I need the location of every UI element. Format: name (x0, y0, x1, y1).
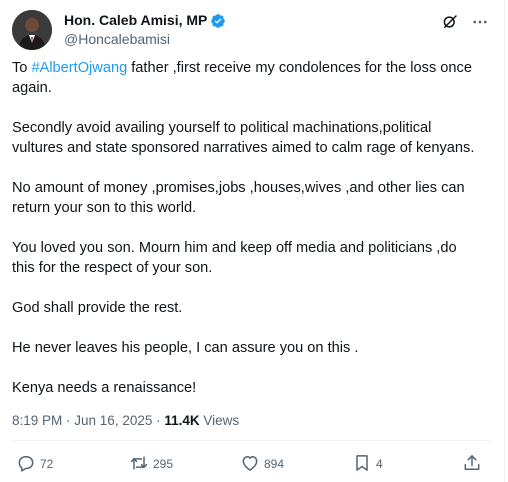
avatar[interactable] (12, 10, 52, 50)
post-detail: Hon. Caleb Amisi, MP @Honcalebamisi To #… (0, 0, 505, 482)
post-meta: 8:19 PM · Jun 16, 2025 · 11.4K Views (12, 412, 239, 430)
repost-count: 295 (153, 457, 174, 471)
post-header: Hon. Caleb Amisi, MP @Honcalebamisi (12, 10, 492, 50)
views-label: Views (199, 413, 240, 428)
post-date[interactable]: Jun 16, 2025 (74, 413, 152, 428)
action-bar: 72 295 894 4 (12, 448, 492, 480)
share-icon (462, 453, 482, 476)
grok-icon[interactable] (438, 10, 462, 34)
post-paragraph: He never leaves his people, I can assure… (12, 340, 359, 356)
bookmark-count: 4 (376, 457, 383, 471)
hashtag-link[interactable]: #AlbertOjwang (31, 60, 127, 76)
author-handle[interactable]: @Honcalebamisi (64, 30, 226, 49)
post-paragraph: God shall provide the rest. (12, 300, 183, 316)
meta-separator: · (152, 413, 165, 428)
post-paragraph: Kenya needs a renaissance! (12, 380, 197, 396)
author-info: Hon. Caleb Amisi, MP @Honcalebamisi (64, 11, 226, 49)
intro-prefix: To (12, 60, 32, 76)
post-paragraph: You loved you son. Mourn him and keep of… (12, 240, 457, 276)
reply-icon (16, 453, 36, 476)
bookmark-icon (352, 453, 372, 476)
repost-icon (129, 453, 149, 476)
verified-badge-icon (210, 13, 226, 29)
reply-count: 72 (40, 457, 54, 471)
reply-button[interactable]: 72 (16, 448, 53, 480)
meta-separator: · (62, 413, 75, 428)
more-options-icon[interactable] (468, 10, 492, 34)
repost-button[interactable]: 295 (129, 448, 173, 480)
post-paragraph: To #AlbertOjwang father ,first receive m… (12, 58, 482, 98)
header-actions (432, 10, 492, 34)
like-count: 894 (264, 457, 285, 471)
share-button[interactable] (462, 448, 482, 480)
post-paragraph: No amount of money ,promises,jobs ,house… (12, 180, 465, 216)
author-display-name[interactable]: Hon. Caleb Amisi, MP (64, 11, 207, 30)
heart-icon (240, 453, 260, 476)
post-text: To #AlbertOjwang father ,first receive m… (12, 58, 482, 398)
divider (12, 440, 490, 441)
views-count[interactable]: 11.4K (164, 413, 199, 428)
bookmark-button[interactable]: 4 (352, 448, 383, 480)
like-button[interactable]: 894 (240, 448, 284, 480)
post-time[interactable]: 8:19 PM (12, 413, 62, 428)
post-paragraph: Secondly avoid availing yourself to poli… (12, 120, 475, 156)
